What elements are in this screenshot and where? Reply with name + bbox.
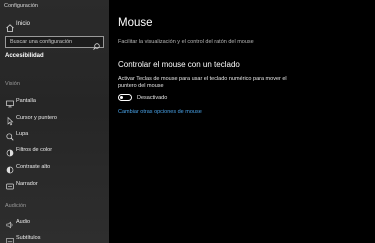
page-description: Facilitar la visualización y el control … bbox=[118, 39, 254, 45]
sidebar-item-subtitulos[interactable]: Subtítulos bbox=[0, 231, 109, 243]
mouse-keys-toggle[interactable] bbox=[118, 94, 132, 101]
sidebar-item-label: Contraste alto bbox=[16, 164, 51, 170]
sidebar-item-label: Cursor y puntero bbox=[16, 115, 57, 121]
settings-window: Configuración Inicio Buscar una configur… bbox=[0, 0, 375, 243]
app-title: Configuración bbox=[4, 3, 38, 9]
sidebar-item-contraste-alto[interactable]: Contraste alto bbox=[0, 160, 109, 174]
high-contrast-icon bbox=[5, 162, 15, 174]
sidebar-item-home[interactable]: Inicio bbox=[0, 18, 109, 32]
sidebar-item-filtros-color[interactable]: Filtros de color bbox=[0, 143, 109, 157]
sidebar: Configuración Inicio Buscar una configur… bbox=[0, 0, 109, 243]
sidebar-item-pantalla[interactable]: Pantalla bbox=[0, 94, 109, 108]
sidebar-section-title: Accesibilidad bbox=[5, 53, 44, 59]
magnifier-icon bbox=[5, 129, 15, 141]
toggle-state-label: Desactivado bbox=[137, 95, 168, 101]
main-content: Mouse Facilitar la visualización y el co… bbox=[109, 0, 375, 243]
color-filter-icon bbox=[5, 145, 15, 157]
display-icon bbox=[5, 96, 15, 108]
search-icon[interactable] bbox=[92, 38, 101, 50]
home-icon bbox=[5, 20, 15, 32]
sidebar-item-cursor[interactable]: Cursor y puntero bbox=[0, 111, 109, 126]
speaker-icon bbox=[5, 217, 15, 229]
search-placeholder: Buscar una configuración bbox=[10, 39, 73, 45]
sidebar-item-label: Inicio bbox=[16, 21, 31, 27]
setting-description: Activar Teclas de mouse para usar el tec… bbox=[118, 76, 287, 89]
sidebar-item-label: Subtítulos bbox=[16, 235, 41, 241]
sidebar-item-label: Lupa bbox=[16, 131, 29, 137]
group-label-vision: Visión bbox=[5, 81, 20, 87]
other-mouse-options-link[interactable]: Cambiar otras opciones de mouse bbox=[118, 109, 202, 115]
group-label-audicion: Audición bbox=[5, 203, 27, 209]
toggle-knob bbox=[120, 96, 123, 99]
search-input[interactable]: Buscar una configuración bbox=[5, 36, 104, 50]
sidebar-item-audio[interactable]: Audio bbox=[0, 215, 109, 229]
sidebar-item-label: Audio bbox=[16, 219, 31, 225]
subtitles-icon bbox=[5, 233, 15, 243]
page-title: Mouse bbox=[118, 17, 153, 29]
sidebar-item-lupa[interactable]: Lupa bbox=[0, 127, 109, 141]
sidebar-item-label: Filtros de color bbox=[16, 147, 53, 153]
sidebar-item-narrador[interactable]: Narrador bbox=[0, 177, 109, 191]
sidebar-item-label: Pantalla bbox=[16, 98, 36, 104]
sidebar-item-label: Narrador bbox=[16, 181, 38, 187]
narrator-icon bbox=[5, 179, 15, 190]
cursor-icon bbox=[5, 113, 15, 126]
section-title: Controlar el mouse con un teclado bbox=[118, 60, 240, 69]
